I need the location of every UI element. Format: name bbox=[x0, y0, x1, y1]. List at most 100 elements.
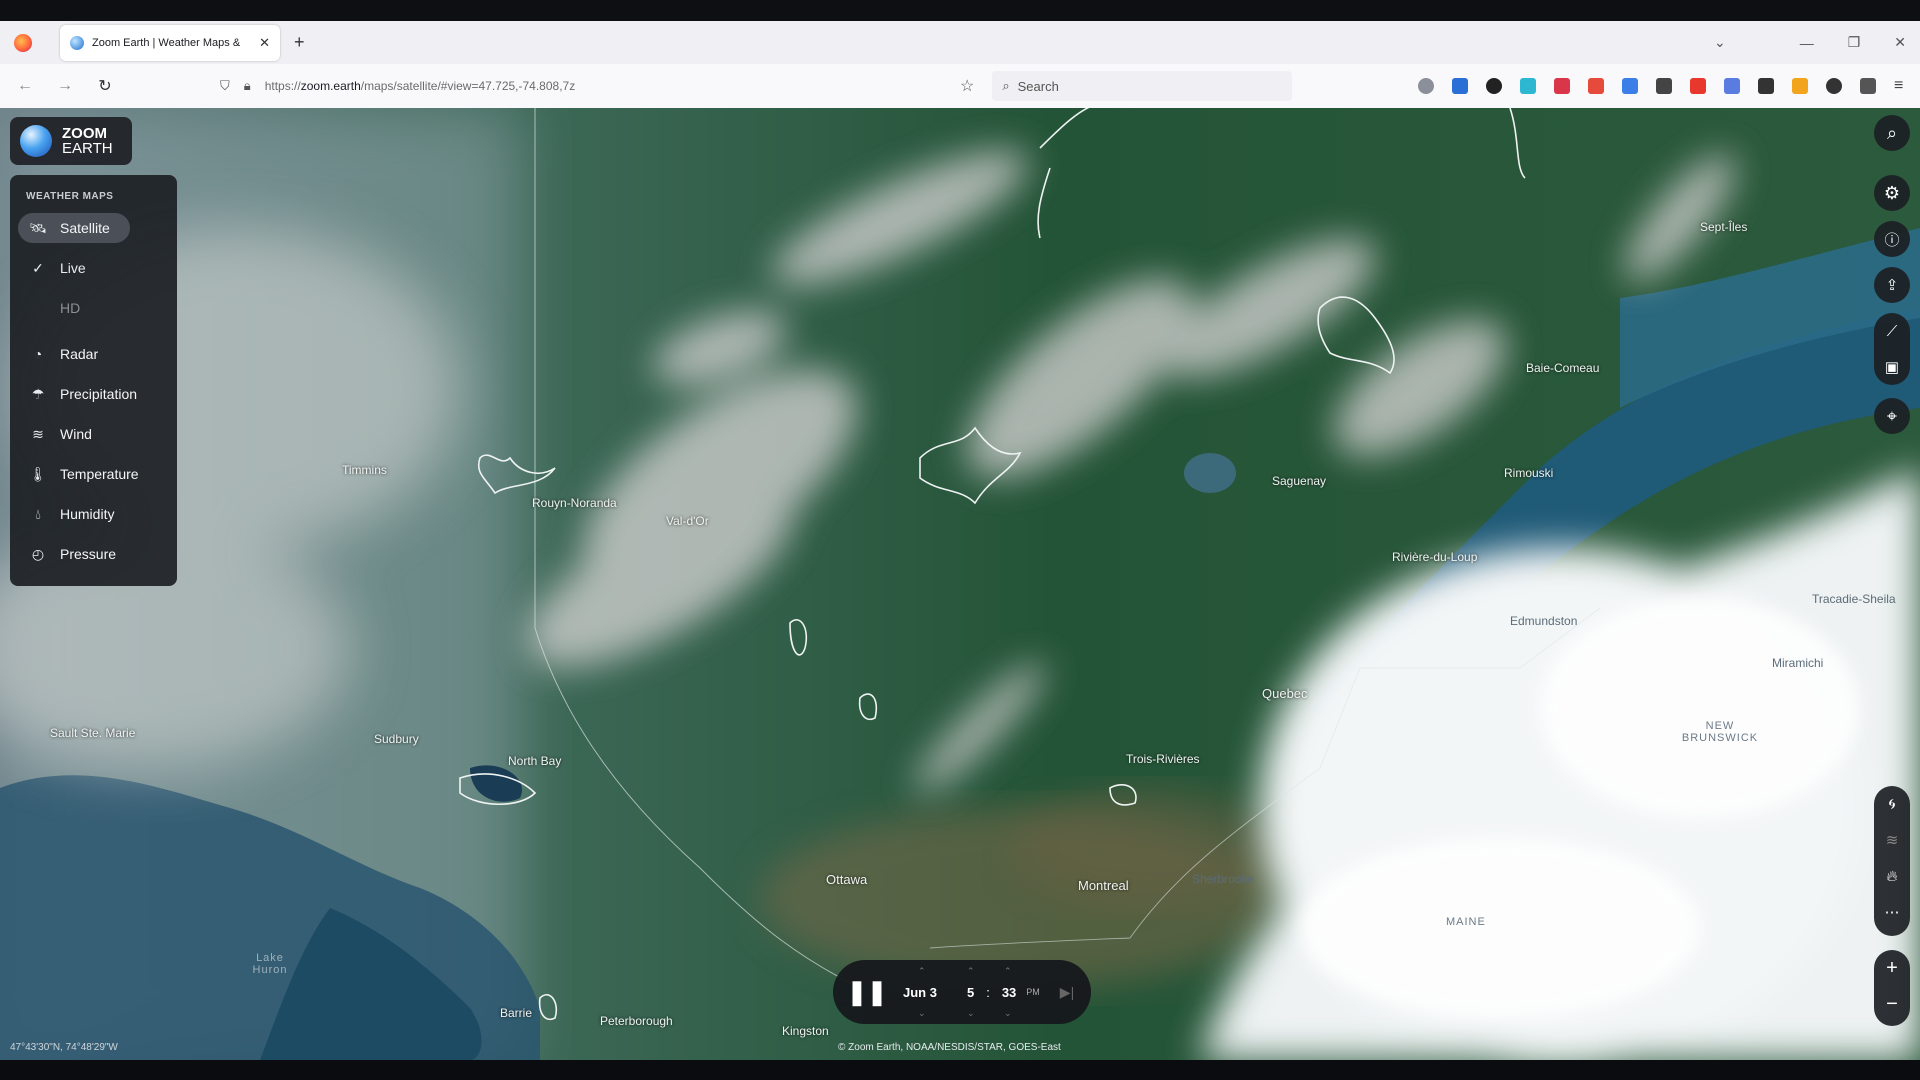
map-attribution[interactable]: © Zoom Earth, NOAA/NESDIS/STAR, GOES-Eas… bbox=[838, 1042, 1061, 1053]
timeline-date[interactable]: Jun 3 bbox=[903, 985, 937, 1000]
hamburger-menu-icon[interactable]: ≡ bbox=[1894, 78, 1910, 94]
map-label-sept-iles: Sept-Îles bbox=[1700, 220, 1748, 234]
map-label-montreal: Montreal bbox=[1078, 878, 1129, 893]
extension-red-icon[interactable] bbox=[1554, 78, 1570, 94]
search-icon: ⌕ bbox=[1002, 78, 1010, 93]
padlock-icon[interactable]: 🔒︎ bbox=[244, 78, 251, 94]
menu-item-label: Humidity bbox=[60, 506, 115, 522]
info-button[interactable]: ⓘ bbox=[1874, 221, 1910, 257]
extension-yellow-icon[interactable] bbox=[1792, 78, 1808, 94]
menu-item-radar[interactable]: ◔ Radar bbox=[18, 339, 168, 369]
menu-item-temperature[interactable]: 🌡︎ Temperature bbox=[18, 459, 168, 489]
overlay-layers-group: 🌀︎ ≋ 🔥︎ ⋯ bbox=[1874, 786, 1910, 936]
search-location-button[interactable]: ⌕ bbox=[1874, 115, 1910, 151]
timeline-hour[interactable]: 5 bbox=[967, 985, 974, 1000]
timeline-minute[interactable]: 33 bbox=[1002, 985, 1016, 1000]
humidity-icon: 💧︎ bbox=[35, 505, 41, 522]
map-label-peterborough: Peterborough bbox=[600, 1014, 673, 1028]
extension-bug-icon[interactable] bbox=[1826, 78, 1842, 94]
reload-icon[interactable]: ↻ bbox=[90, 76, 120, 96]
browser-tab-active[interactable]: Zoom Earth | Weather Maps & ✕ bbox=[60, 24, 280, 61]
wind-icon: ≋ bbox=[1885, 832, 1899, 849]
hour-up-chevron-icon[interactable]: ⌃ bbox=[967, 966, 975, 977]
menu-item-wind[interactable]: ≋ Wind bbox=[18, 419, 168, 449]
my-location-button[interactable]: ⌖ bbox=[1874, 398, 1910, 434]
date-down-chevron-icon[interactable]: ⌄ bbox=[918, 1008, 926, 1019]
map-label-saguenay: Saguenay bbox=[1272, 474, 1327, 488]
satellite-map[interactable]: Timmins Rouyn-Noranda Val-d'Or Saguenay … bbox=[0, 108, 1920, 1060]
tracking-protection-shield-icon[interactable]: ⛉ bbox=[220, 78, 230, 94]
timeline-separator: : bbox=[986, 984, 990, 1000]
map-label-north-bay: North Bay bbox=[508, 754, 562, 768]
map-label-ottawa: Ottawa bbox=[826, 872, 868, 887]
skip-to-latest-icon[interactable]: ▶| bbox=[1060, 984, 1074, 1001]
close-tab-icon[interactable]: ✕ bbox=[259, 35, 270, 51]
firefox-menu-icon[interactable] bbox=[14, 33, 32, 52]
zoom-earth-logo[interactable]: ZOOM EARTH bbox=[10, 117, 132, 165]
settings-button[interactable]: ⚙ bbox=[1874, 175, 1910, 211]
menu-item-label: HD bbox=[60, 300, 81, 316]
menu-item-satellite[interactable]: 🛰︎ Satellite bbox=[18, 213, 130, 243]
new-tab-button[interactable]: + bbox=[294, 32, 305, 53]
list-all-tabs-icon[interactable]: ⌄ bbox=[1714, 34, 1726, 51]
pause-button[interactable]: ❚❚ bbox=[847, 972, 887, 1012]
fires-layer-button[interactable]: 🔥︎ bbox=[1874, 858, 1910, 894]
ruler-line-icon: ⟋ bbox=[1886, 322, 1898, 340]
hour-down-chevron-icon[interactable]: ⌄ bbox=[967, 1008, 975, 1019]
close-window-icon[interactable]: ✕ bbox=[1894, 34, 1906, 51]
globe-icon bbox=[20, 125, 52, 157]
pause-icon: ❚❚ bbox=[846, 978, 888, 1006]
extension-dark-circle-icon[interactable] bbox=[1486, 78, 1502, 94]
address-bar[interactable]: ⛉ 🔒︎ https://zoom.earth/maps/satellite/#… bbox=[220, 71, 960, 101]
search-field[interactable]: ⌕ Search bbox=[992, 71, 1293, 101]
url-text[interactable]: https://zoom.earth/maps/satellite/#view=… bbox=[265, 79, 576, 93]
date-up-chevron-icon[interactable]: ⌃ bbox=[918, 966, 926, 977]
more-layers-button[interactable]: ⋯ bbox=[1874, 894, 1910, 930]
restore-window-icon[interactable]: ❐ bbox=[1848, 34, 1861, 51]
menu-item-pressure[interactable]: ◴ Pressure bbox=[18, 539, 168, 569]
menu-item-precipitation[interactable]: ☂ Precipitation bbox=[18, 379, 168, 409]
wind-layer-button[interactable]: ≋ bbox=[1874, 822, 1910, 858]
forward-arrow-icon[interactable]: → bbox=[50, 77, 80, 95]
menu-item-hd[interactable]: HD bbox=[18, 293, 168, 323]
map-label-timmins: Timmins bbox=[342, 463, 387, 477]
map-label-kingston: Kingston bbox=[782, 1024, 829, 1038]
map-label-val-dor: Val-d'Or bbox=[666, 514, 709, 528]
menu-item-humidity[interactable]: 💧︎ Humidity bbox=[18, 499, 168, 529]
extensions-puzzle-icon[interactable] bbox=[1860, 78, 1876, 94]
extension-calendar-icon[interactable] bbox=[1588, 78, 1604, 94]
satellite-icon: 🛰︎ bbox=[29, 219, 47, 236]
minute-down-chevron-icon[interactable]: ⌄ bbox=[1004, 1008, 1012, 1019]
map-label-riviere-du-loup: Rivière-du-Loup bbox=[1392, 550, 1478, 564]
menu-item-live[interactable]: ✓ Live bbox=[18, 253, 168, 283]
back-arrow-icon[interactable]: ← bbox=[10, 77, 40, 95]
zoom-in-button[interactable]: + bbox=[1874, 950, 1910, 986]
pocket-icon[interactable] bbox=[1418, 78, 1434, 94]
menu-item-label: Radar bbox=[60, 346, 99, 362]
share-button[interactable]: ⇪ bbox=[1874, 267, 1910, 303]
menu-item-label: Precipitation bbox=[60, 386, 138, 402]
extension-battery-icon[interactable] bbox=[1758, 78, 1774, 94]
timeline-ampm[interactable]: PM bbox=[1026, 987, 1040, 997]
extension-translate-icon[interactable] bbox=[1724, 78, 1740, 94]
storm-layer-button[interactable]: 🌀︎ bbox=[1874, 786, 1910, 822]
browser-tab-bar: Zoom Earth | Weather Maps & ✕ + ⌄ — ❐ ✕ bbox=[0, 21, 1920, 64]
extension-crop-icon[interactable] bbox=[1656, 78, 1672, 94]
crosshair-icon: ⌖ bbox=[1886, 405, 1898, 426]
downloads-icon[interactable] bbox=[1452, 78, 1468, 94]
measure-distance-button[interactable]: ⟋ bbox=[1874, 313, 1910, 349]
map-label-edmundston: Edmundston bbox=[1510, 614, 1578, 628]
minimize-window-icon[interactable]: — bbox=[1800, 35, 1814, 51]
minute-up-chevron-icon[interactable]: ⌃ bbox=[1004, 966, 1012, 977]
extension-chrome-icon[interactable] bbox=[1622, 78, 1638, 94]
check-icon: ✓ bbox=[32, 259, 44, 276]
extension-play-icon[interactable] bbox=[1690, 78, 1706, 94]
measure-area-button[interactable]: ▣ bbox=[1874, 349, 1910, 385]
bookmark-star-icon[interactable]: ☆ bbox=[960, 76, 974, 96]
plus-icon: + bbox=[1886, 956, 1898, 979]
map-label-barrie: Barrie bbox=[500, 1006, 533, 1020]
extension-screenshot-icon[interactable] bbox=[1520, 78, 1536, 94]
gear-icon: ⚙ bbox=[1883, 182, 1901, 203]
map-label-baie-comeau: Baie-Comeau bbox=[1526, 361, 1600, 375]
zoom-out-button[interactable]: − bbox=[1874, 986, 1910, 1022]
